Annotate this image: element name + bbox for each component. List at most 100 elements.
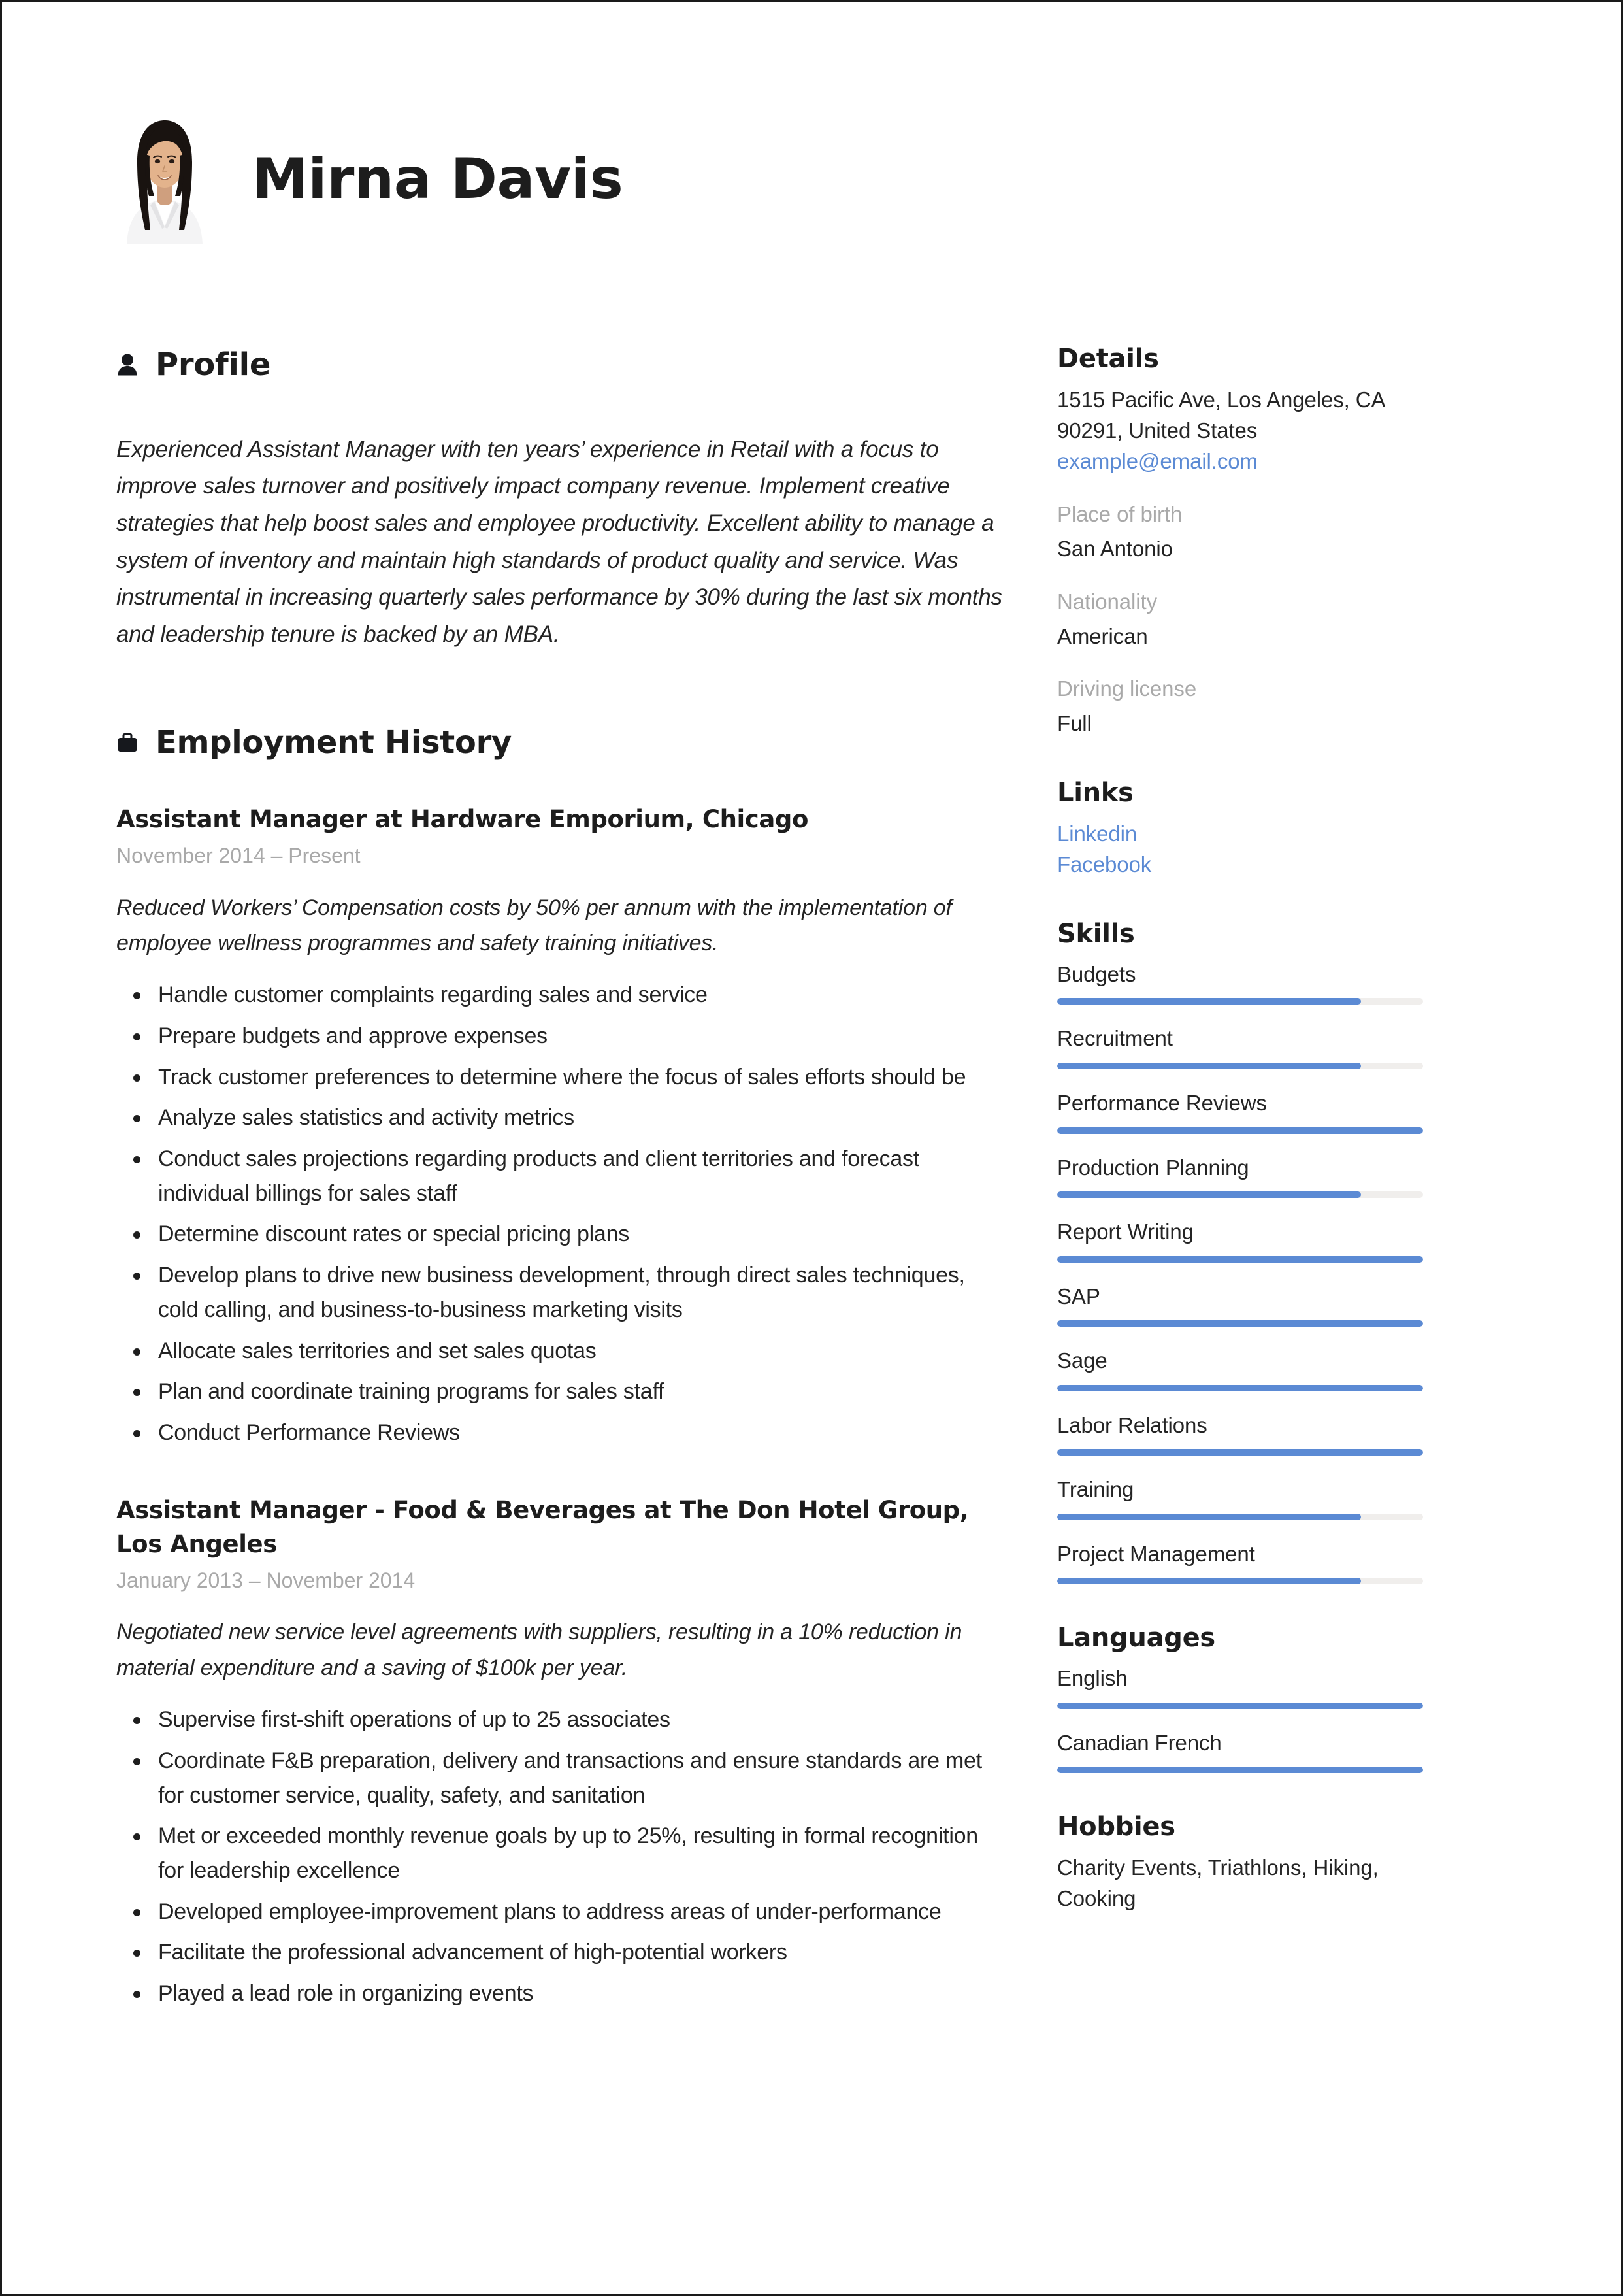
link-facebook[interactable]: Facebook (1057, 850, 1423, 880)
skill-meter-track (1057, 998, 1423, 1005)
languages-list: English Canadian French (1057, 1664, 1423, 1774)
skill-item: Report Writing (1057, 1218, 1423, 1263)
employment-section: Employment History Assistant Manager at … (116, 699, 1005, 2011)
link-linkedin[interactable]: Linkedin (1057, 819, 1423, 850)
skill-meter-track (1057, 1384, 1423, 1391)
skill-meter-fill (1057, 1320, 1423, 1327)
employment-section-title: Employment History (156, 724, 512, 761)
detail-field-label: Nationality (1057, 589, 1157, 614)
address-line-1: 1515 Pacific Ave, Los Angeles, CA (1057, 388, 1386, 412)
detail-field-label: Driving license (1057, 676, 1197, 701)
skill-item: Labor Relations (1057, 1411, 1423, 1456)
skill-label: Sage (1057, 1348, 1107, 1373)
skill-item: SAP (1057, 1282, 1423, 1327)
job-bullet: Handle customer complaints regarding sal… (116, 978, 1005, 1012)
skills-title: Skills (1057, 918, 1135, 949)
language-label: English (1057, 1666, 1128, 1691)
profile-text: Experienced Assistant Manager with ten y… (116, 436, 1002, 648)
detail-field-value: Full (1057, 711, 1092, 736)
skill-item: Recruitment (1057, 1024, 1423, 1069)
resume-page: Mirna Davis Profile Experienced Assistan… (0, 0, 1623, 2296)
skill-label: Training (1057, 1477, 1134, 1502)
job-title: Assistant Manager - Food & Beverages at … (116, 1495, 969, 1559)
language-meter-fill (1057, 1767, 1423, 1774)
detail-field-value: San Antonio (1057, 536, 1173, 561)
email-link[interactable]: example@email.com (1057, 446, 1423, 477)
profile-section: Profile Experienced Assistant Manager wi… (116, 322, 1005, 654)
languages-section: Languages English Canadian French (1057, 1622, 1423, 1774)
details-section: Details 1515 Pacific Ave, Los Angeles, C… (1057, 343, 1423, 739)
job-bullets: Handle customer complaints regarding sal… (116, 978, 1005, 1450)
resume-header: Mirna Davis (116, 113, 1507, 244)
job-title: Assistant Manager at Hardware Emporium, … (116, 805, 809, 834)
skill-item: Sage (1057, 1346, 1423, 1391)
language-meter-track (1057, 1767, 1423, 1774)
skill-meter-track (1057, 1256, 1423, 1263)
job-bullet: Coordinate F&B preparation, delivery and… (116, 1744, 1005, 1812)
job-dates: January 2013 – November 2014 (116, 1568, 416, 1592)
job-bullet: Develop plans to drive new business deve… (116, 1258, 1005, 1327)
skill-meter-fill (1057, 1191, 1361, 1199)
resume-sheet: Mirna Davis Profile Experienced Assistan… (2, 2, 1621, 2294)
languages-title: Languages (1057, 1623, 1215, 1654)
skill-item: Project Management (1057, 1540, 1423, 1585)
detail-field: Nationality American (1057, 587, 1423, 652)
language-label: Canadian French (1057, 1730, 1222, 1755)
job-bullet: Met or exceeded monthly revenue goals by… (116, 1819, 1005, 1888)
skill-label: Production Planning (1057, 1155, 1249, 1180)
skill-meter-fill (1057, 1256, 1423, 1263)
detail-field: Place of birth San Antonio (1057, 499, 1423, 565)
skill-meter-track (1057, 1127, 1423, 1134)
detail-field-label: Place of birth (1057, 501, 1183, 526)
job-summary: Negotiated new service level agreements … (116, 1620, 962, 1680)
skill-meter-track (1057, 1513, 1423, 1520)
employment-section-header: Employment History (116, 699, 1005, 786)
job-bullet: Facilitate the professional advancement … (116, 1935, 1005, 1970)
skill-meter-fill (1057, 1062, 1361, 1069)
skill-meter-track (1057, 1578, 1423, 1585)
briefcase-icon (116, 729, 139, 756)
skill-item: Training (1057, 1475, 1423, 1520)
job-bullet: Played a lead role in organizing events (116, 1976, 1005, 2011)
job-bullet: Track customer preferences to determine … (116, 1060, 1005, 1095)
job-bullet: Conduct Performance Reviews (116, 1416, 1005, 1450)
job-dates: November 2014 – Present (116, 843, 361, 867)
skill-item: Performance Reviews (1057, 1089, 1423, 1134)
skill-label: Labor Relations (1057, 1412, 1207, 1437)
links-section: Links Linkedin Facebook (1057, 777, 1423, 880)
job-bullet: Determine discount rates or special pric… (116, 1217, 1005, 1252)
profile-section-title: Profile (156, 346, 271, 384)
details-title: Details (1057, 344, 1159, 374)
detail-field: Driving license Full (1057, 674, 1423, 739)
skill-label: Performance Reviews (1057, 1090, 1267, 1115)
skills-section: Skills Budgets Recruitment Performance R… (1057, 918, 1423, 1585)
language-item: Canadian French (1057, 1729, 1423, 1774)
job-bullet: Developed employee-improvement plans to … (116, 1895, 1005, 1929)
language-item: English (1057, 1664, 1423, 1709)
skill-label: Recruitment (1057, 1026, 1173, 1051)
skill-meter-track (1057, 1449, 1423, 1456)
hobbies-title: Hobbies (1057, 1812, 1175, 1842)
job-bullets: Supervise first-shift operations of up t… (116, 1703, 1005, 2011)
job-bullet: Allocate sales territories and set sales… (116, 1334, 1005, 1369)
links-list: Linkedin Facebook (1057, 819, 1423, 880)
address-line-2: 90291, United States (1057, 418, 1258, 443)
skill-meter-track (1057, 1320, 1423, 1327)
skill-meter-fill (1057, 1127, 1423, 1134)
skill-item: Production Planning (1057, 1154, 1423, 1199)
skill-label: SAP (1057, 1284, 1100, 1308)
skill-meter-fill (1057, 1449, 1423, 1456)
employment-item: Assistant Manager at Hardware Emporium, … (116, 803, 1005, 1450)
job-bullet: Plan and coordinate training programs fo… (116, 1374, 1005, 1409)
skill-meter-fill (1057, 1513, 1361, 1520)
language-meter-fill (1057, 1702, 1423, 1709)
job-bullet: Analyze sales statistics and activity me… (116, 1101, 1005, 1135)
sidebar-column: Details 1515 Pacific Ave, Los Angeles, C… (1044, 322, 1423, 1914)
avatar (116, 113, 213, 244)
skill-item: Budgets (1057, 960, 1423, 1005)
skill-meter-fill (1057, 1578, 1361, 1585)
skills-list: Budgets Recruitment Performance Reviews … (1057, 960, 1423, 1585)
skill-label: Budgets (1057, 961, 1136, 986)
profile-section-header: Profile (116, 322, 1005, 408)
employment-list: Assistant Manager at Hardware Emporium, … (116, 803, 1005, 2011)
